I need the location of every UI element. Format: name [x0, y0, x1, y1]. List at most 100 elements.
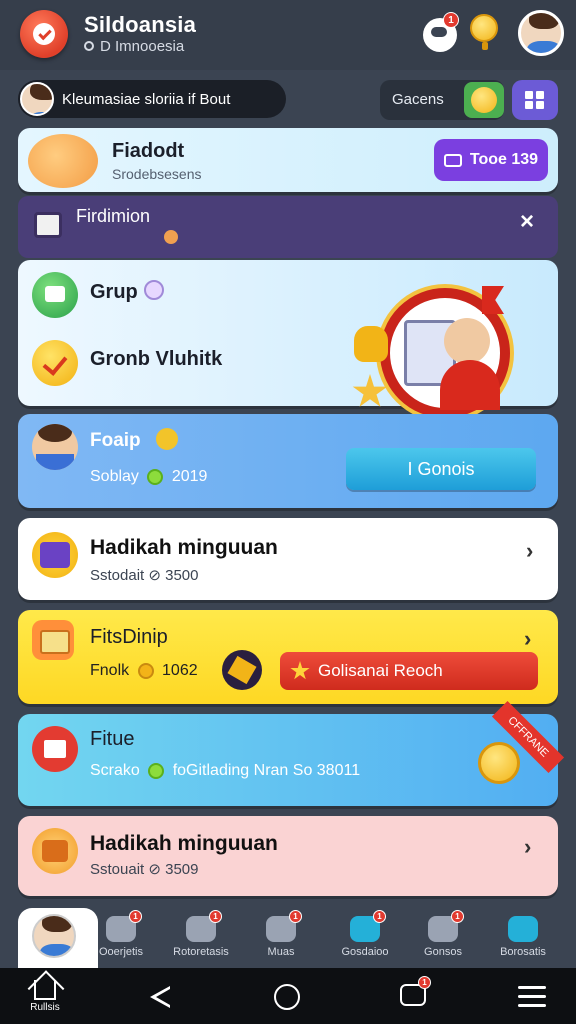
notification-badge: 1	[443, 12, 459, 28]
banner-title: Firdimion	[76, 206, 151, 226]
tab-label: Borosatis	[500, 946, 546, 958]
tab-badge: 1	[129, 910, 142, 923]
checkmark-icon[interactable]	[32, 340, 78, 386]
tab-badge: 1	[451, 910, 464, 923]
tab-profile-avatar[interactable]	[32, 914, 76, 958]
close-icon[interactable]: ×	[520, 208, 534, 236]
promo-avatar	[32, 424, 78, 470]
cat-icon: 1	[428, 910, 464, 942]
tab-guardians[interactable]: 1 Gosdaioo	[330, 910, 400, 958]
tab-games[interactable]: 1 Gonsos	[408, 910, 478, 958]
user-plus-icon: 1	[350, 910, 386, 942]
tab-label: Ooerjetis	[98, 946, 144, 958]
group-chat-icon[interactable]	[32, 272, 78, 318]
list-item-title: Hadikah minguuan	[90, 832, 278, 855]
tv-icon	[443, 153, 462, 167]
list-item-sub-value: 3500	[165, 567, 199, 584]
list-item-sub-label: Sstouait	[90, 861, 145, 878]
location-icon	[84, 41, 94, 51]
app-title: Sildoansia	[84, 12, 197, 37]
chevron-right-icon[interactable]: ›	[526, 538, 533, 564]
blue-card-title: Foaip	[90, 430, 141, 451]
home-icon	[34, 980, 56, 1000]
profile-card-title: Fiadodt	[112, 140, 185, 162]
check-circle-icon	[147, 468, 164, 485]
banner-image-icon	[34, 212, 62, 238]
blue-sub-label: Soblay	[90, 468, 139, 485]
list-item-title: Hadikah minguuan	[90, 536, 278, 559]
search-text[interactable]: Kleumasiae sloriia if Bout	[62, 91, 230, 108]
app-subtitle-text: D Imnooesia	[100, 38, 185, 55]
app-subtitle: D Imnooesia	[84, 38, 184, 55]
trophy-icon	[156, 428, 178, 450]
menu-icon[interactable]	[518, 986, 546, 1013]
profile-illustration-icon	[28, 134, 98, 188]
games-label: Gacens	[392, 91, 444, 108]
chevron-right-icon[interactable]: ›	[524, 626, 531, 652]
profile-card-subtitle: Srodebsesens	[112, 166, 202, 182]
tab-badge: 1	[209, 910, 222, 923]
cyan-card-subtitle: Scrako foGitlading Nran So 38011	[90, 762, 360, 780]
coin-icon	[137, 662, 154, 679]
yellow-card-title: FitsDinip	[90, 626, 168, 648]
gold-gem-icon	[354, 326, 388, 362]
grid-menu-icon[interactable]	[512, 80, 558, 120]
chevron-right-icon[interactable]: ›	[524, 834, 531, 860]
tab-music[interactable]: 1 Muas	[246, 910, 316, 958]
treasure-chest-icon	[32, 620, 74, 660]
tab-label: Gosdaioo	[341, 946, 389, 958]
group-item-label[interactable]: Grup	[90, 281, 138, 304]
blue-sub-value: 2019	[171, 468, 208, 485]
points-icon: ⊘	[148, 861, 161, 878]
house-icon: 1	[186, 910, 222, 942]
chat-badge: 1	[418, 976, 431, 989]
tab-badge: 1	[373, 910, 386, 923]
list-item-card[interactable]	[18, 816, 558, 896]
back-icon[interactable]	[150, 986, 170, 1008]
list-icon	[508, 916, 538, 942]
chat-icon[interactable]: 1	[400, 976, 431, 1006]
reward-coin-icon[interactable]	[470, 14, 498, 50]
cyan-sub-value: foGitlading Nran So 38011	[172, 762, 361, 779]
tab-badge: 1	[289, 910, 302, 923]
star-icon	[290, 661, 310, 680]
collect-reward-label: Golisanai Reoch	[318, 661, 443, 680]
list-item-subtitle: Sstodait ⊘ 3500	[90, 566, 199, 584]
yellow-sub-label: Fnolk	[90, 662, 130, 679]
chat-bubble-icon: 1	[106, 910, 142, 942]
system-home-button[interactable]: Rullsis	[28, 980, 62, 1013]
games-coin-icon[interactable]	[464, 82, 504, 118]
join-button[interactable]: I Gonois	[346, 448, 536, 490]
cyan-card-title: Fitue	[90, 728, 135, 750]
gift-box-icon	[32, 532, 78, 578]
list-item-sub-value: 3509	[165, 861, 199, 878]
user-avatar[interactable]	[518, 10, 564, 56]
app-logo-icon[interactable]	[20, 10, 68, 58]
list-item-sub-label: Sstodait	[90, 567, 145, 584]
cyan-sub-label: Scrako	[90, 762, 140, 779]
yellow-sub-value: 1062	[162, 662, 198, 679]
tab-home[interactable]: 1 Rotoretasis	[166, 910, 236, 958]
group-vluhitk-label[interactable]: Gronb Vluhitk	[90, 348, 222, 371]
gold-coin-icon[interactable]	[478, 742, 520, 784]
search-avatar	[20, 82, 54, 116]
tab-label: Rotoretasis	[173, 946, 229, 958]
points-icon: ⊘	[148, 567, 161, 584]
profile-tv-button-label: Tooe 139	[469, 151, 539, 168]
speech-icon: 1	[266, 910, 302, 942]
group-emoji-icon	[144, 280, 164, 300]
home-circle-icon[interactable]	[274, 984, 300, 1010]
profile-tv-button[interactable]: Tooe 139	[434, 139, 548, 181]
list-item-subtitle: Sstouait ⊘ 3509	[90, 860, 199, 878]
gem-icon	[222, 650, 262, 690]
collect-reward-button[interactable]: Golisanai Reoch	[280, 652, 538, 690]
treasure-chest-icon	[32, 828, 78, 874]
notification-icon[interactable]: 1	[423, 12, 459, 52]
check-circle-icon	[148, 762, 165, 779]
tab-label: Muas	[267, 946, 295, 958]
blue-card-subtitle: Soblay 2019	[90, 468, 207, 486]
tab-objectives[interactable]: 1 Ooerjetis	[86, 910, 156, 958]
calendar-icon	[32, 726, 78, 772]
tab-label: Gonsos	[424, 946, 462, 958]
tab-more[interactable]: Borosatis	[488, 916, 558, 958]
